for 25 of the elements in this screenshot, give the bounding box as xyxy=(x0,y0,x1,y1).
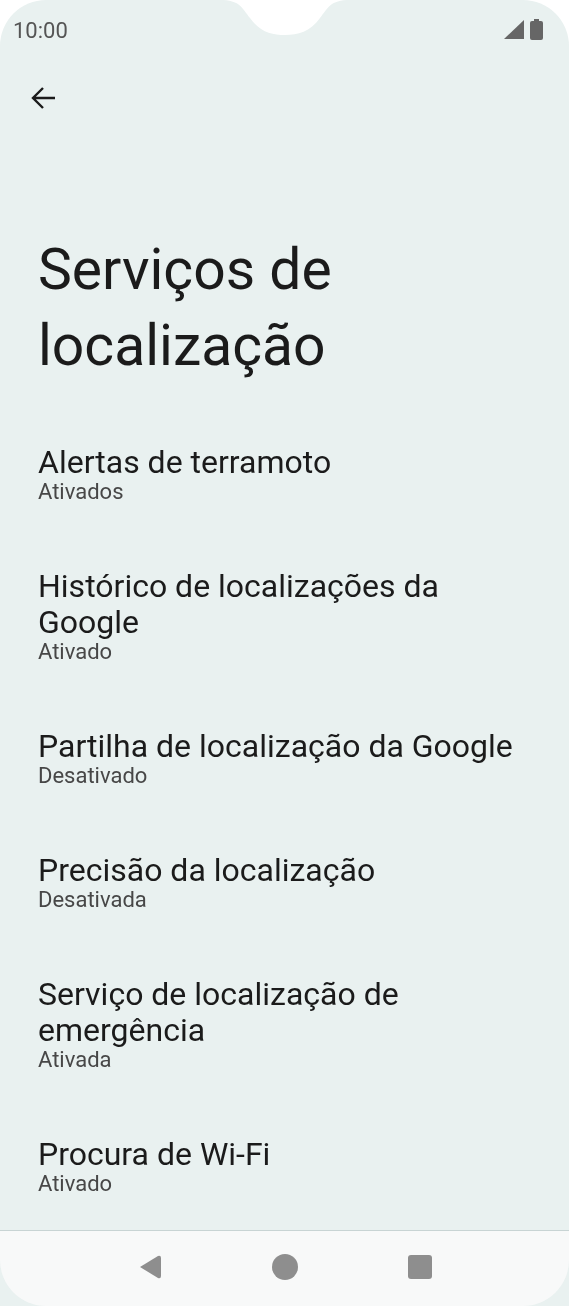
status-time: 10:00 xyxy=(13,16,68,45)
settings-item[interactable]: Procura de Wi-Fi Ativado xyxy=(0,1104,569,1228)
back-arrow-icon[interactable] xyxy=(30,86,56,110)
item-subtitle: Ativados xyxy=(38,480,125,504)
item-subtitle: Desativada xyxy=(38,888,148,912)
item-title: Precisão da localização xyxy=(38,852,377,888)
item-subtitle: Desativado xyxy=(38,764,149,788)
item-title: Serviço de localização de emergência xyxy=(38,976,400,1048)
home-circle-icon[interactable] xyxy=(271,1253,298,1280)
settings-item[interactable]: Alertas de terramoto Ativados xyxy=(0,412,569,536)
item-title: Histórico de localizações da Google xyxy=(38,568,440,640)
item-title: Partilha de localização da Google xyxy=(38,728,514,764)
settings-item[interactable]: Histórico de localizações da Google Ativado xyxy=(0,536,569,696)
settings-item[interactable]: Serviço de localização de emergência Ativada xyxy=(0,944,569,1104)
item-subtitle: Ativada xyxy=(38,1048,113,1072)
page-title: Serviços de localização xyxy=(37,235,333,381)
signal-icon xyxy=(504,19,524,39)
item-title: Procura de Wi-Fi xyxy=(38,1136,272,1172)
settings-item[interactable]: Precisão da localização Desativada xyxy=(0,820,569,944)
item-title: Alertas de terramoto xyxy=(38,444,333,480)
item-subtitle: Ativado xyxy=(38,1172,114,1196)
battery-icon xyxy=(530,18,543,40)
recents-square-icon[interactable] xyxy=(407,1254,432,1279)
settings-item[interactable]: Partilha de localização da Google Desativado xyxy=(0,696,569,820)
item-subtitle: Ativado xyxy=(38,640,114,664)
